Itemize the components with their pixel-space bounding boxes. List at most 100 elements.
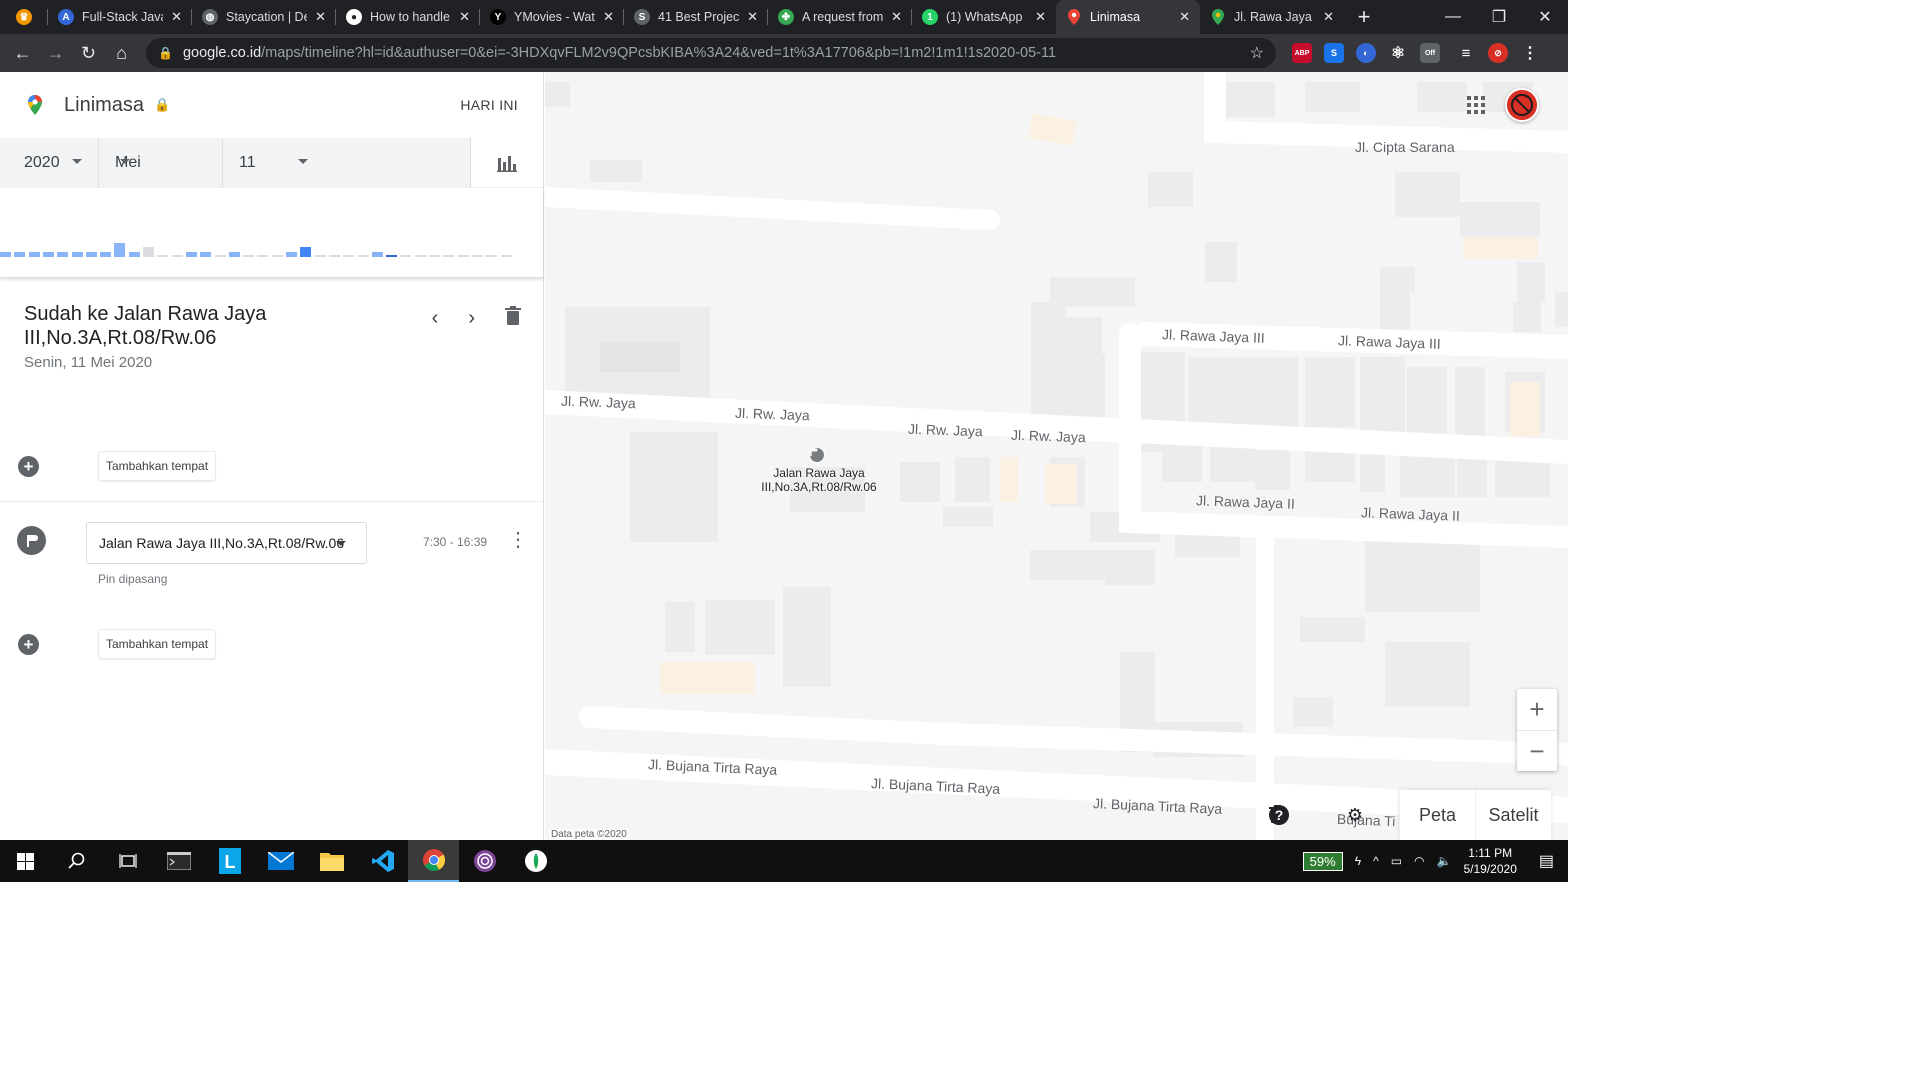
histogram-bar[interactable] bbox=[343, 255, 355, 257]
month-dropdown[interactable]: Mei bbox=[99, 138, 223, 188]
reload-icon[interactable]: ↻ bbox=[72, 37, 105, 69]
histogram-bar[interactable] bbox=[471, 255, 483, 257]
tab-8[interactable]: Linimasa ✕ bbox=[1056, 0, 1200, 34]
address-bar[interactable]: 🔒 google.co.id/maps/timeline?hl=id&authu… bbox=[146, 38, 1276, 68]
delete-day-icon[interactable] bbox=[505, 306, 521, 331]
battery-indicator[interactable]: 59% bbox=[1302, 851, 1343, 871]
new-tab-button[interactable]: + bbox=[1344, 4, 1384, 30]
add-circle-icon[interactable]: + bbox=[18, 633, 39, 655]
histogram-bar[interactable] bbox=[185, 252, 197, 257]
visit-place-dropdown[interactable]: Jalan Rawa Jaya III,No.3A,Rt.08/Rw.06 bbox=[86, 522, 367, 564]
close-icon[interactable]: ✕ bbox=[1323, 9, 1334, 25]
histogram-bar[interactable] bbox=[357, 255, 369, 257]
add-place-button[interactable]: Tambahkan tempat bbox=[98, 451, 217, 481]
tab-3[interactable]: ● How to handle ✕ bbox=[336, 0, 480, 34]
histogram-bar[interactable] bbox=[200, 252, 212, 257]
chart-toggle-button[interactable] bbox=[471, 138, 543, 188]
maximize-icon[interactable]: ❐ bbox=[1476, 0, 1522, 34]
settings-gear-icon[interactable]: ⚙ bbox=[1345, 805, 1365, 825]
histogram-bar[interactable] bbox=[71, 252, 83, 257]
tab-2[interactable]: ◍ Staycation | De ✕ bbox=[192, 0, 336, 34]
daily-activity-histogram[interactable] bbox=[0, 188, 543, 278]
day-dropdown[interactable]: 11 bbox=[223, 138, 471, 188]
close-window-icon[interactable]: ✕ bbox=[1522, 0, 1568, 34]
histogram-bar[interactable] bbox=[371, 252, 383, 257]
extension-s-icon[interactable]: S bbox=[1324, 43, 1344, 63]
histogram-bar[interactable] bbox=[443, 255, 455, 257]
tab-9[interactable]: Jl. Rawa Jaya II ✕ bbox=[1200, 0, 1344, 34]
tab-6[interactable]: ✤ A request from ✕ bbox=[768, 0, 912, 34]
histogram-bar[interactable] bbox=[486, 255, 498, 257]
close-icon[interactable]: ✕ bbox=[1035, 9, 1046, 25]
histogram-bar[interactable] bbox=[57, 252, 69, 257]
visit-flag-marker[interactable] bbox=[809, 447, 825, 463]
histogram-bar[interactable] bbox=[500, 255, 512, 257]
tab-0[interactable]: ♛ bbox=[0, 0, 48, 34]
bookmark-star-icon[interactable]: ☆ bbox=[1250, 43, 1264, 63]
previous-day-icon[interactable]: ‹ bbox=[432, 307, 439, 330]
close-icon[interactable]: ✕ bbox=[747, 9, 758, 25]
histogram-bar[interactable] bbox=[100, 252, 112, 257]
notifications-icon[interactable]: ▤ bbox=[1539, 851, 1554, 871]
histogram-bar[interactable] bbox=[114, 243, 126, 257]
map-type-peta-button[interactable]: Peta bbox=[1399, 790, 1475, 840]
vscode-icon[interactable] bbox=[357, 840, 408, 882]
mongodb-compass-icon[interactable] bbox=[510, 840, 561, 882]
histogram-bar[interactable] bbox=[400, 255, 412, 257]
windows-start-icon[interactable] bbox=[0, 840, 51, 882]
task-view-icon[interactable] bbox=[102, 840, 153, 882]
histogram-bar[interactable] bbox=[300, 247, 312, 257]
extension-off-icon[interactable]: Off bbox=[1420, 43, 1440, 63]
account-avatar[interactable] bbox=[1505, 88, 1539, 122]
menu-icon[interactable]: ⋮ bbox=[1520, 43, 1540, 63]
year-dropdown[interactable]: 2020 bbox=[0, 138, 99, 188]
tab-5[interactable]: S 41 Best Project ✕ bbox=[624, 0, 768, 34]
extension-atom-icon[interactable]: ⚛ bbox=[1388, 43, 1408, 63]
home-icon[interactable]: ⌂ bbox=[105, 37, 138, 69]
tab-7[interactable]: 1 (1) WhatsApp ✕ bbox=[912, 0, 1056, 34]
histogram-bar[interactable] bbox=[214, 255, 226, 257]
close-icon[interactable]: ✕ bbox=[171, 9, 182, 25]
forward-icon[interactable]: → bbox=[39, 37, 72, 69]
histogram-bar[interactable] bbox=[271, 255, 283, 257]
histogram-bar[interactable] bbox=[257, 255, 269, 257]
histogram-bar[interactable] bbox=[0, 252, 11, 257]
clock[interactable]: 1:11 PM 5/19/2020 bbox=[1463, 845, 1516, 877]
tab-1[interactable]: A Full-Stack Java ✕ bbox=[48, 0, 192, 34]
histogram-bar[interactable] bbox=[14, 252, 26, 257]
minimize-icon[interactable]: — bbox=[1430, 0, 1476, 34]
adblock-icon[interactable]: ABP bbox=[1292, 43, 1312, 63]
histogram-bar[interactable] bbox=[328, 255, 340, 257]
histogram-bar[interactable] bbox=[143, 247, 154, 257]
tab-4[interactable]: Y YMovies - Wat ✕ bbox=[480, 0, 624, 34]
map-type-satelit-button[interactable]: Satelit bbox=[1475, 790, 1551, 840]
map-canvas[interactable]: Jl. Cipta Sarana Jl. Rawa Jaya III Jl. R… bbox=[545, 72, 1568, 840]
histogram-bar[interactable] bbox=[314, 255, 326, 257]
histogram-bar[interactable] bbox=[28, 252, 40, 257]
close-icon[interactable]: ✕ bbox=[315, 9, 326, 25]
chevron-up-icon[interactable]: ^ bbox=[1373, 854, 1379, 868]
wifi-icon[interactable]: ◠ bbox=[1414, 854, 1424, 868]
profile-avatar-icon[interactable]: ⊘ bbox=[1488, 43, 1508, 63]
help-icon[interactable]: ? bbox=[1269, 805, 1327, 825]
histogram-bar[interactable] bbox=[386, 255, 398, 257]
histogram-bar[interactable] bbox=[228, 252, 240, 257]
tor-browser-icon[interactable] bbox=[459, 840, 510, 882]
back-icon[interactable]: ← bbox=[6, 37, 39, 69]
power-plug-icon[interactable]: ϟ bbox=[1355, 854, 1361, 868]
next-day-icon[interactable]: › bbox=[468, 307, 475, 330]
media-control-icon[interactable]: ≡ bbox=[1456, 43, 1476, 63]
close-icon[interactable]: ✕ bbox=[459, 9, 470, 25]
more-vert-icon[interactable]: ⋮ bbox=[508, 530, 528, 550]
histogram-bar[interactable] bbox=[429, 255, 440, 257]
histogram-bar[interactable] bbox=[243, 255, 255, 257]
histogram-bar[interactable] bbox=[171, 255, 183, 257]
add-circle-icon[interactable]: + bbox=[18, 455, 39, 477]
histogram-bar[interactable] bbox=[286, 252, 297, 257]
search-icon[interactable] bbox=[51, 840, 102, 882]
file-explorer-icon[interactable] bbox=[306, 840, 357, 882]
google-apps-icon[interactable] bbox=[1467, 96, 1485, 114]
battery-icon[interactable]: ▭ bbox=[1391, 854, 1402, 868]
app-l-icon[interactable]: L bbox=[204, 840, 255, 882]
histogram-bar[interactable] bbox=[457, 255, 469, 257]
